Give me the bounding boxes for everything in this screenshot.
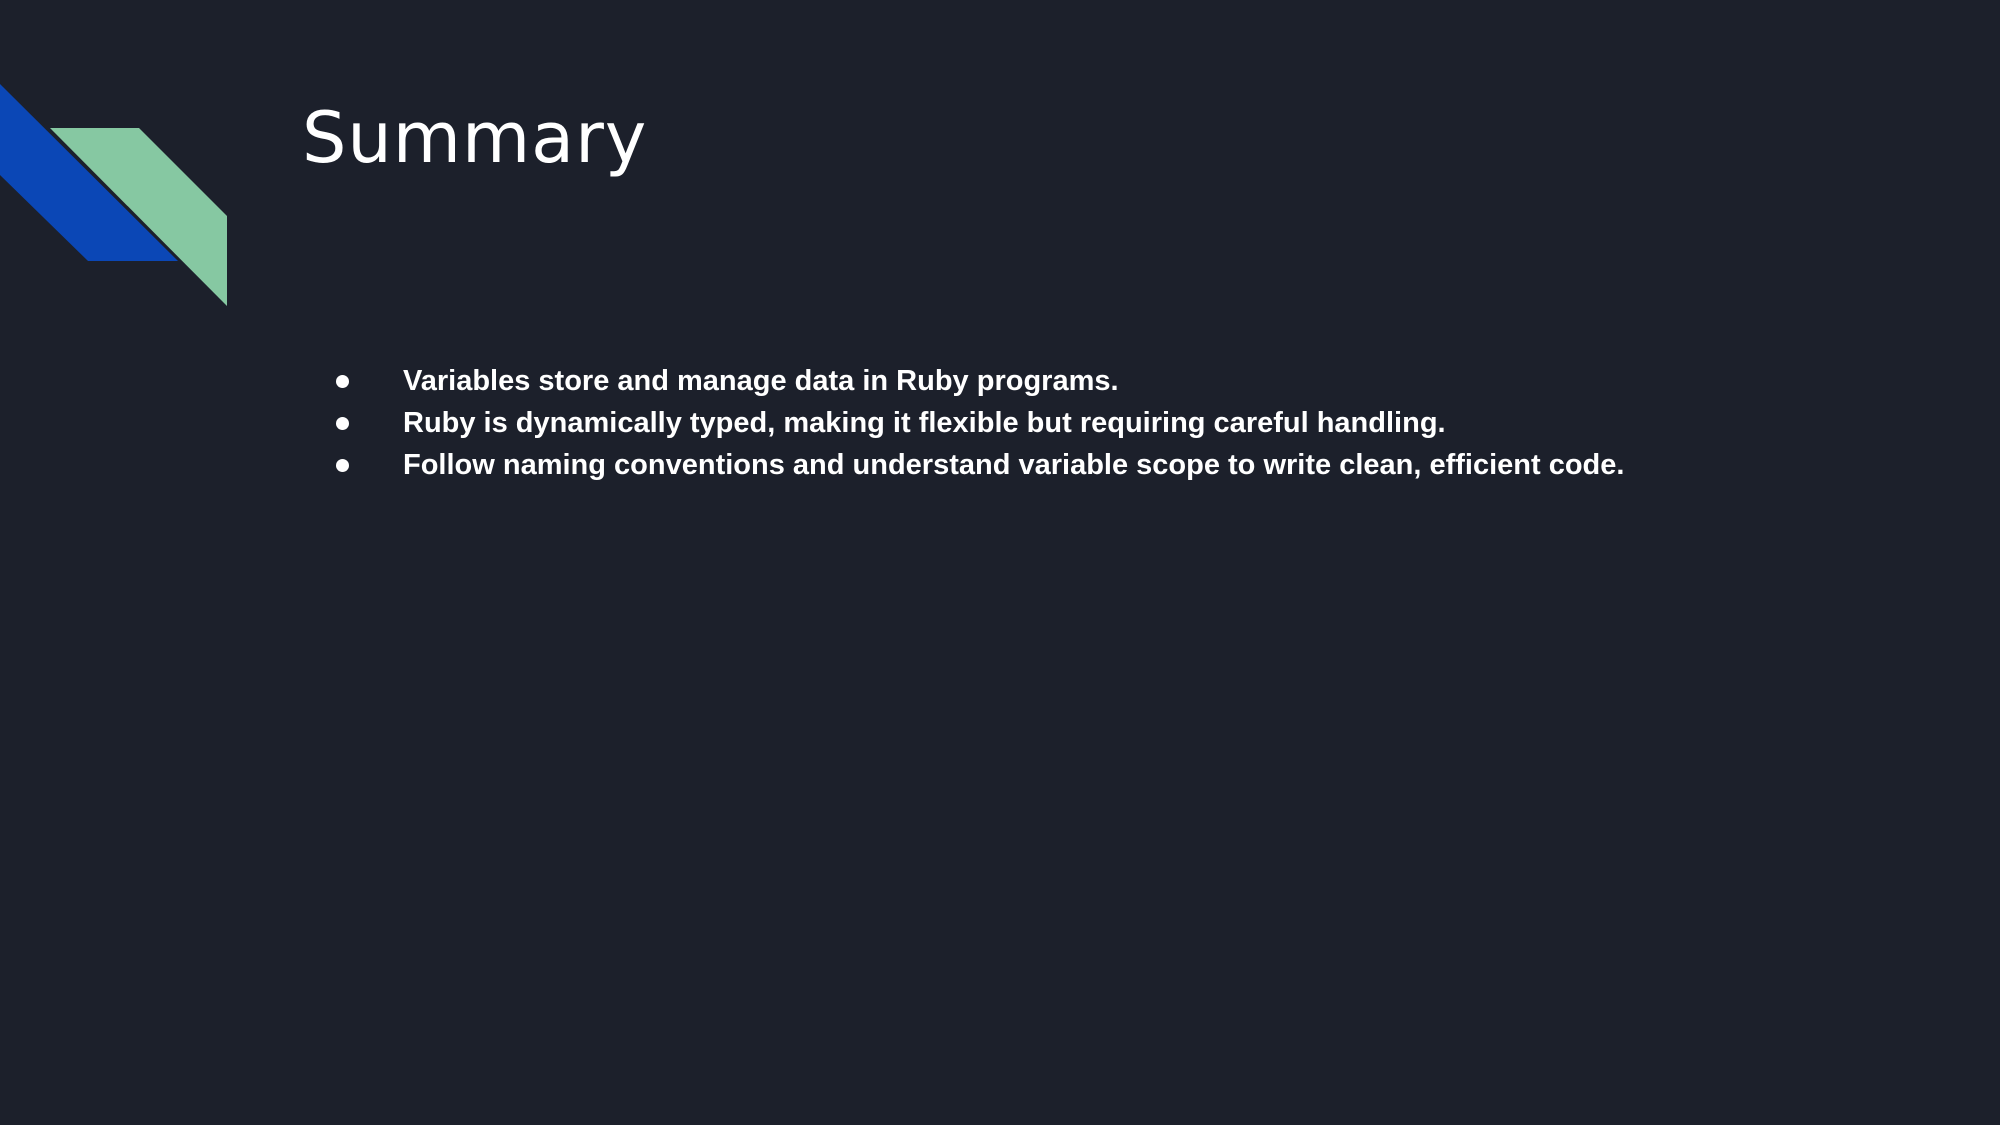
bullet-item: Ruby is dynamically typed, making it fle… (320, 402, 1624, 444)
bullet-list: Variables store and manage data in Ruby … (320, 360, 1624, 486)
bullet-dot-icon (336, 417, 349, 430)
slide-title: Summary (302, 97, 648, 179)
bullet-item: Follow naming conventions and understand… (320, 444, 1624, 486)
bullet-text: Ruby is dynamically typed, making it fle… (403, 407, 1446, 439)
bullet-item: Variables store and manage data in Ruby … (320, 360, 1624, 402)
bullet-text: Variables store and manage data in Ruby … (403, 365, 1119, 397)
slide: Summary Variables store and manage data … (0, 0, 2000, 1125)
bullet-dot-icon (336, 459, 349, 472)
bullet-dot-icon (336, 375, 349, 388)
bullet-text: Follow naming conventions and understand… (403, 449, 1625, 481)
corner-decoration (0, 84, 227, 306)
